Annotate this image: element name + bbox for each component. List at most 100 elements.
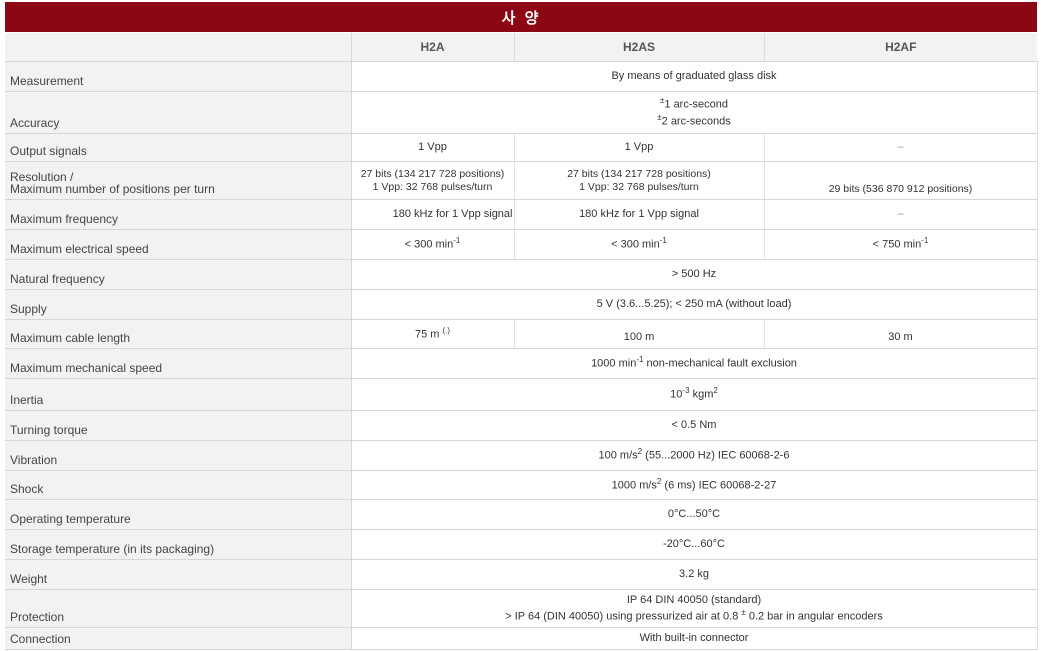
row-label: Connection: [5, 627, 352, 650]
row-value: ±1 arc-second ±2 arc-seconds: [351, 91, 1038, 134]
row-label: Turning torque: [5, 410, 352, 441]
row-label: Maximum frequency: [5, 199, 352, 230]
cell-h2as: 1 Vpp: [514, 133, 765, 162]
exponent: -1: [659, 236, 667, 246]
protection-text: 0.2 bar in angular encoders: [745, 610, 883, 623]
row-inertia: Inertia 10-3 kgm2: [5, 378, 1038, 411]
row-turning-torque: Turning torque < 0.5 Nm: [5, 410, 1038, 441]
row-value: 0°C...50°C: [351, 499, 1038, 530]
row-label: Output signals: [5, 133, 352, 162]
speed-value: 1000 min: [591, 357, 637, 370]
row-value: < 0.5 Nm: [351, 410, 1038, 441]
cell-h2af: –: [764, 133, 1038, 162]
row-max-frequency: Maximum frequency 180 kHz for 1 Vpp sign…: [5, 199, 1038, 230]
row-protection: Protection IP 64 DIN 40050 (standard) > …: [5, 589, 1038, 628]
row-value: > 500 Hz: [351, 259, 1038, 290]
exponent: 2: [713, 386, 718, 396]
row-supply: Supply 5 V (3.6...5.25); < 250 mA (witho…: [5, 289, 1038, 320]
cell-h2af: 30 m: [764, 319, 1038, 349]
row-label: Vibration: [5, 440, 352, 471]
speed-value: < 300 min: [404, 238, 454, 251]
row-label: Accuracy: [5, 91, 352, 134]
header-empty-cell: [5, 33, 352, 62]
inertia-unit: kgm: [689, 388, 714, 401]
row-value: 3.2 kg: [351, 559, 1038, 590]
speed-note: non-mechanical fault exclusion: [643, 357, 797, 370]
cell-h2a: 180 kHz for 1 Vpp signal: [351, 199, 515, 230]
row-value: -20°C...60°C: [351, 529, 1038, 560]
resolution-bits: 27 bits (134 217 728 positions): [567, 168, 711, 181]
spec-table: H2A H2AS H2AF Measurement By means of gr…: [5, 33, 1038, 650]
row-label: Natural frequency: [5, 259, 352, 290]
cell-h2a: 27 bits (134 217 728 positions) 1 Vpp: 3…: [351, 161, 515, 200]
row-accuracy: Accuracy ±1 arc-second ±2 arc-seconds: [5, 91, 1038, 134]
row-label: Inertia: [5, 378, 352, 411]
shock-value: 1000 m/s: [611, 479, 657, 492]
cell-h2as: 180 kHz for 1 Vpp signal: [514, 199, 765, 230]
exponent: -1: [921, 236, 929, 246]
row-value: 1000 min-1 non-mechanical fault exclusio…: [351, 348, 1038, 379]
row-value: With built-in connector: [351, 627, 1038, 650]
row-operating-temperature: Operating temperature 0°C...50°C: [5, 499, 1038, 530]
row-measurement: Measurement By means of graduated glass …: [5, 61, 1038, 92]
speed-value: < 300 min: [611, 238, 660, 251]
row-storage-temperature: Storage temperature (in its packaging) -…: [5, 529, 1038, 560]
row-label: Measurement: [5, 61, 352, 92]
row-value: By means of graduated glass disk: [351, 61, 1038, 92]
cell-h2as: < 300 min-1: [514, 229, 765, 260]
row-value: 100 m/s2 (55...2000 Hz) IEC 60068-2-6: [351, 440, 1038, 471]
footnote-mark: (.): [442, 326, 451, 335]
row-label-line-2: Maximum number of positions per turn: [10, 182, 215, 197]
row-label: Resolution / Maximum number of positions…: [5, 161, 352, 200]
row-natural-frequency: Natural frequency > 500 Hz: [5, 259, 1038, 290]
cell-h2a: 1 Vpp: [351, 133, 515, 162]
row-value: 5 V (3.6...5.25); < 250 mA (without load…: [351, 289, 1038, 320]
protection-line-2: > IP 64 (DIN 40050) using pressurized ai…: [352, 608, 1037, 625]
row-label: Maximum cable length: [5, 319, 352, 349]
row-label: Maximum mechanical speed: [5, 348, 352, 379]
row-label: Operating temperature: [5, 499, 352, 530]
row-label: Storage temperature (in its packaging): [5, 529, 352, 560]
cell-h2af: –: [764, 199, 1038, 230]
column-header-h2as: H2AS: [514, 33, 765, 62]
row-value: 10-3 kgm2: [351, 378, 1038, 411]
row-shock: Shock 1000 m/s2 (6 ms) IEC 60068-2-27: [5, 470, 1038, 500]
row-mechanical-speed: Maximum mechanical speed 1000 min-1 non-…: [5, 348, 1038, 379]
row-value: 1000 m/s2 (6 ms) IEC 60068-2-27: [351, 470, 1038, 500]
cell-h2a: 75 m (.): [351, 319, 515, 349]
resolution-bits: 27 bits (134 217 728 positions): [360, 168, 505, 181]
row-vibration: Vibration 100 m/s2 (55...2000 Hz) IEC 60…: [5, 440, 1038, 471]
cell-h2as: 100 m: [514, 319, 765, 349]
protection-line-1: IP 64 DIN 40050 (standard): [626, 593, 762, 606]
cell-h2af: 29 bits (536 870 912 positions): [764, 161, 1038, 200]
row-output-signals: Output signals 1 Vpp 1 Vpp –: [5, 133, 1038, 162]
vibration-value: 100 m/s: [598, 449, 638, 462]
row-label: Shock: [5, 470, 352, 500]
page-title: 사 양: [5, 2, 1037, 32]
row-connection: Connection With built-in connector: [5, 627, 1038, 650]
resolution-pulses: 1 Vpp: 32 768 pulses/turn: [372, 180, 493, 193]
column-header-h2af: H2AF: [764, 33, 1037, 62]
accuracy-line-1: 1 arc-second: [664, 98, 728, 111]
speed-value: < 750 min: [872, 238, 922, 251]
accuracy-line-2: 2 arc-seconds: [661, 115, 731, 128]
column-header-h2a: H2A: [351, 33, 515, 62]
row-cable-length: Maximum cable length 75 m (.) 100 m 30 m: [5, 319, 1038, 349]
resolution-pulses: 1 Vpp: 32 768 pulses/turn: [579, 180, 699, 193]
row-label: Weight: [5, 559, 352, 590]
row-weight: Weight 3.2 kg: [5, 559, 1038, 590]
spec-sheet: 사 양 H2A H2AS H2AF Measurement By means o…: [0, 0, 1044, 651]
cell-h2as: 27 bits (134 217 728 positions) 1 Vpp: 3…: [514, 161, 765, 200]
row-label: Maximum electrical speed: [5, 229, 352, 260]
row-label: Protection: [5, 589, 352, 628]
vibration-note: (55...2000 Hz) IEC 60068-2-6: [642, 449, 790, 462]
protection-text: > IP 64 (DIN 40050) using pressurized ai…: [505, 610, 742, 623]
row-resolution: Resolution / Maximum number of positions…: [5, 161, 1038, 200]
cell-h2af: < 750 min-1: [764, 229, 1038, 260]
inertia-base: 10: [670, 388, 683, 401]
row-electrical-speed: Maximum electrical speed < 300 min-1 < 3…: [5, 229, 1038, 260]
shock-note: (6 ms) IEC 60068-2-27: [661, 479, 777, 492]
exponent: -3: [682, 386, 690, 396]
exponent: -1: [453, 236, 461, 246]
header-row: H2A H2AS H2AF: [5, 33, 1037, 62]
